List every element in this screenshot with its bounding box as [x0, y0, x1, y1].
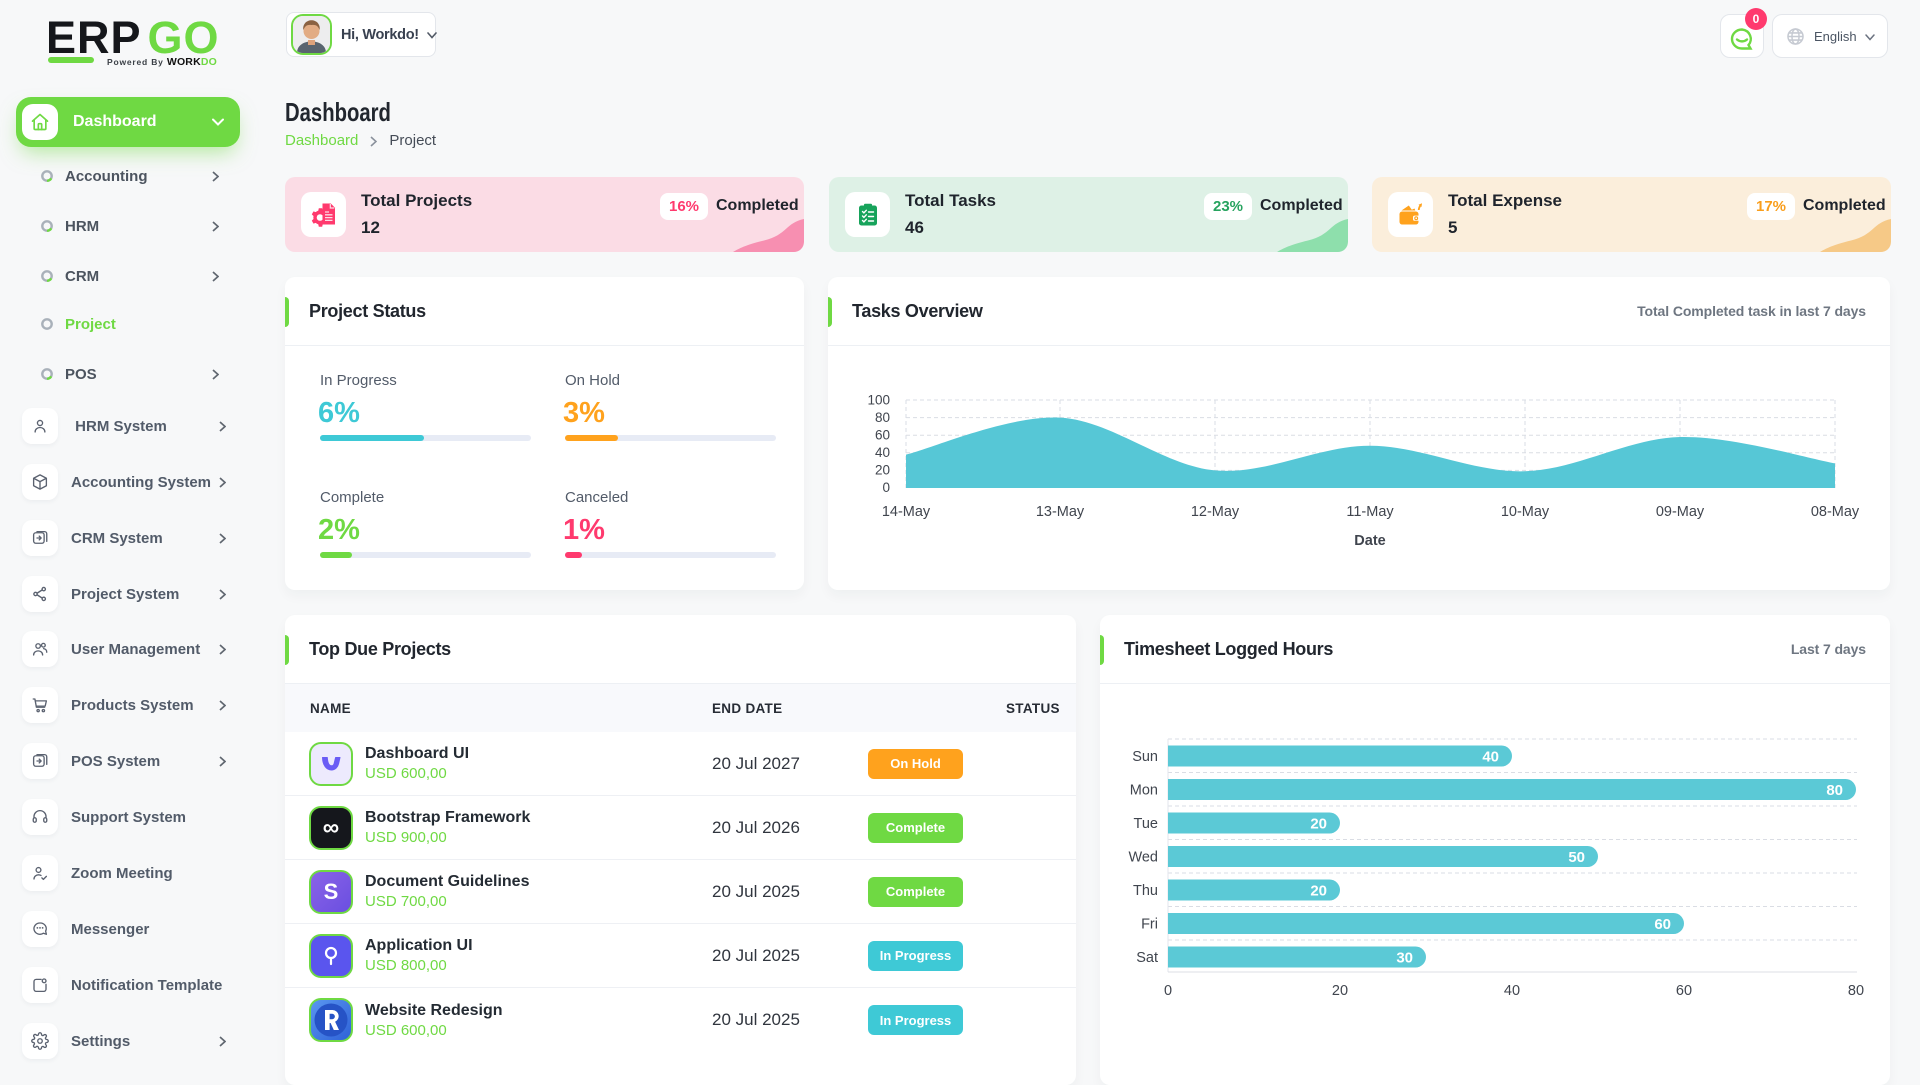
- svg-text:0: 0: [882, 480, 890, 495]
- svg-text:14-May: 14-May: [882, 504, 931, 520]
- svg-text:11-May: 11-May: [1346, 504, 1394, 520]
- svg-text:40: 40: [1482, 749, 1499, 766]
- svg-text:Thu: Thu: [1133, 883, 1158, 899]
- svg-text:20: 20: [1332, 983, 1348, 999]
- svg-text:80: 80: [1848, 983, 1864, 999]
- svg-text:100: 100: [867, 393, 890, 408]
- svg-text:13-May: 13-May: [1036, 504, 1085, 520]
- svg-text:10-May: 10-May: [1501, 504, 1550, 520]
- svg-text:0: 0: [1164, 983, 1172, 999]
- svg-text:80: 80: [875, 410, 890, 425]
- svg-text:Sun: Sun: [1132, 749, 1158, 765]
- svg-text:30: 30: [1396, 950, 1413, 967]
- svg-text:Date: Date: [1354, 533, 1385, 549]
- svg-text:60: 60: [1654, 916, 1671, 933]
- svg-text:Sat: Sat: [1136, 950, 1158, 966]
- svg-text:Mon: Mon: [1130, 783, 1158, 799]
- svg-text:12-May: 12-May: [1191, 504, 1240, 520]
- svg-text:40: 40: [1504, 983, 1520, 999]
- svg-text:60: 60: [1676, 983, 1692, 999]
- svg-text:80: 80: [1826, 782, 1843, 799]
- svg-text:50: 50: [1568, 849, 1585, 866]
- svg-text:09-May: 09-May: [1656, 504, 1705, 520]
- svg-text:20: 20: [875, 463, 890, 478]
- svg-text:Wed: Wed: [1128, 850, 1158, 866]
- svg-text:40: 40: [875, 445, 890, 460]
- svg-text:Fri: Fri: [1141, 917, 1158, 933]
- svg-text:08-May: 08-May: [1811, 504, 1860, 520]
- svg-text:60: 60: [875, 428, 890, 443]
- svg-text:20: 20: [1310, 816, 1327, 833]
- svg-text:20: 20: [1310, 883, 1327, 900]
- svg-text:Tue: Tue: [1134, 816, 1158, 832]
